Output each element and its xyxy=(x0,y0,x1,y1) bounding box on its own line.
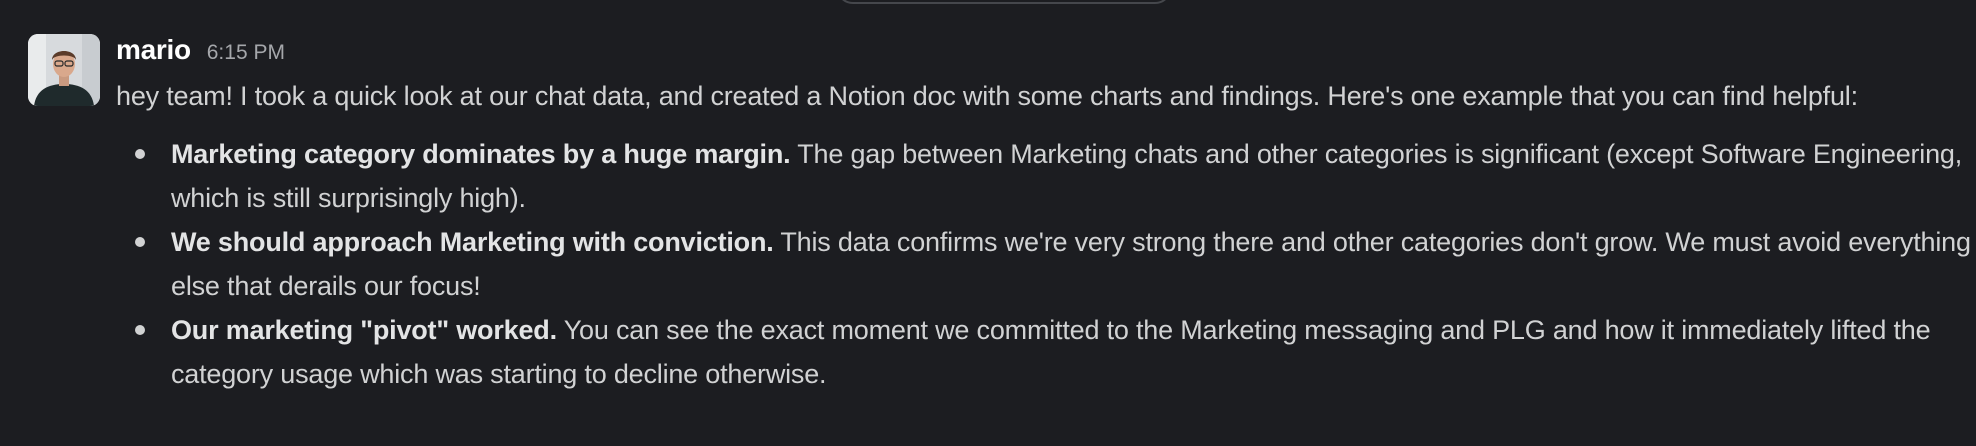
scroll-pill[interactable] xyxy=(836,0,1172,4)
bullet-heading: We should approach Marketing with convic… xyxy=(171,227,774,257)
bullet-dot-icon xyxy=(135,237,145,247)
user-photo-icon xyxy=(28,34,100,106)
sender-name[interactable]: mario xyxy=(116,34,191,66)
bullet-item: Our marketing "pivot" worked. You can se… xyxy=(116,308,1976,396)
bullet-heading: Our marketing "pivot" worked. xyxy=(171,315,557,345)
message-timestamp[interactable]: 6:15 PM xyxy=(207,41,285,65)
message-header: mario 6:15 PM xyxy=(116,34,1976,68)
bullet-item: Marketing category dominates by a huge m… xyxy=(116,132,1976,220)
bullet-item: We should approach Marketing with convic… xyxy=(116,220,1976,308)
bullet-heading: Marketing category dominates by a huge m… xyxy=(171,139,791,169)
message-body: mario 6:15 PM hey team! I took a quick l… xyxy=(116,34,1976,396)
bullet-dot-icon xyxy=(135,149,145,159)
message-intro: hey team! I took a quick look at our cha… xyxy=(116,81,1858,111)
bullet-dot-icon xyxy=(135,325,145,335)
bullet-list: Marketing category dominates by a huge m… xyxy=(116,132,1976,396)
avatar[interactable] xyxy=(28,34,100,106)
